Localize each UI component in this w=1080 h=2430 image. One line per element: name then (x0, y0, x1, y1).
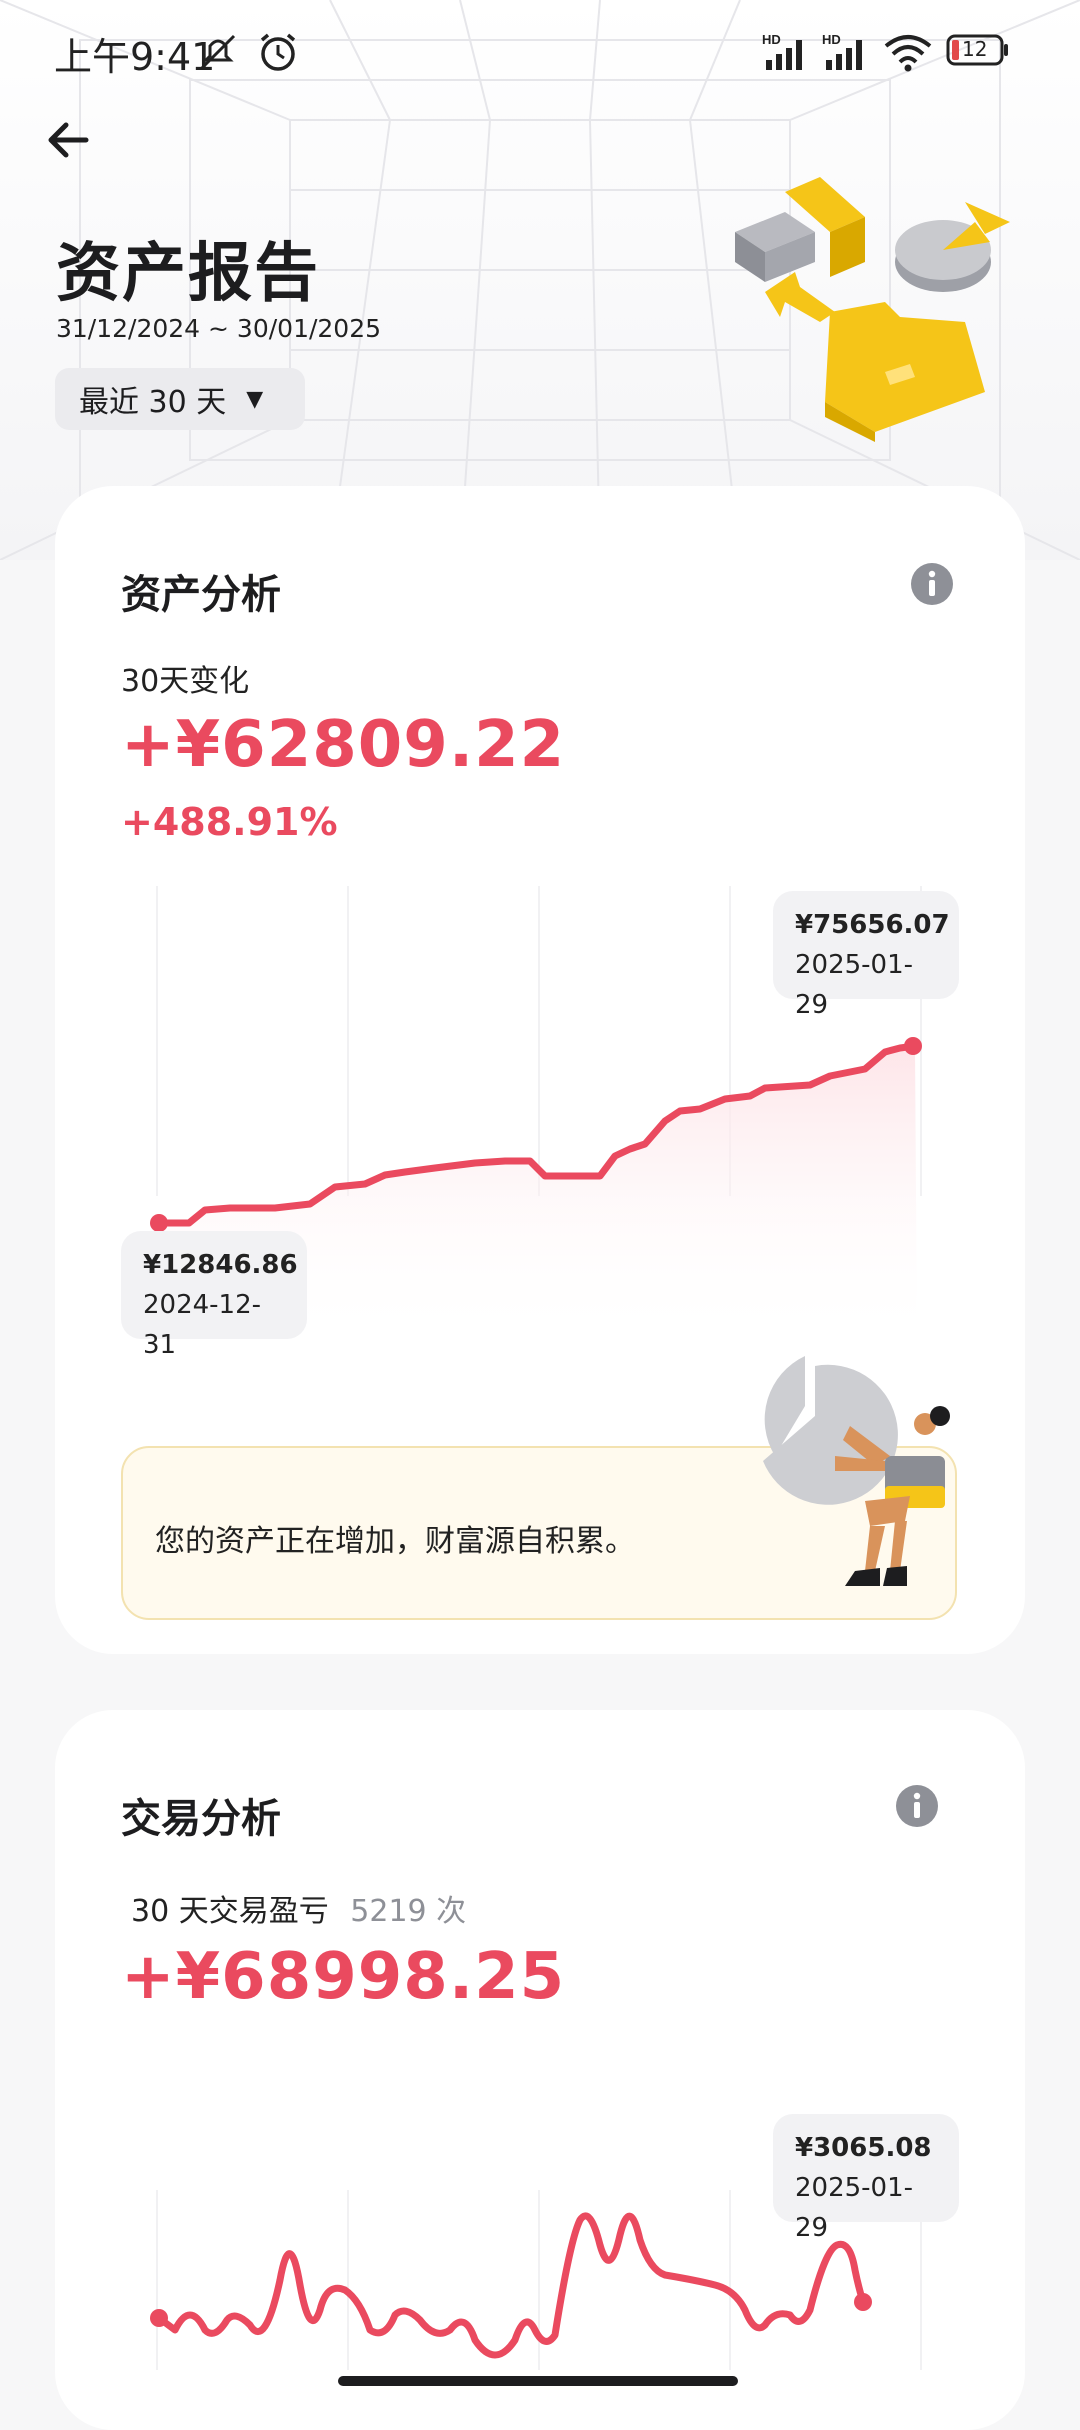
woman-pie-chart-illustration (763, 1356, 950, 1586)
caret-down-icon: ▼ (246, 386, 264, 412)
signal-hd-icon: HD (762, 32, 802, 70)
trade-analysis-card: 交易分析 30 天交易盈亏 5219 次 +¥68998.25 ¥3065.08… (55, 1710, 1025, 2430)
trade-count: 5219 次 (350, 1894, 467, 1929)
start-tooltip: ¥12846.86 2024-12-31 (121, 1231, 307, 1360)
finance-illustration (735, 177, 1010, 442)
trade-card-title: 交易分析 (121, 1796, 281, 1842)
trade-tooltip: ¥3065.08 2025-01-29 (773, 2114, 959, 2243)
pnl-label-row: 30 天交易盈亏 5219 次 (131, 1886, 466, 1930)
home-indicator[interactable] (338, 2376, 738, 2386)
status-bar: 上午9:41 HD HD 12 (0, 0, 1080, 100)
info-icon[interactable] (910, 562, 954, 606)
insight-note-text: 您的资产正在增加，财富源自积累。 (155, 1524, 635, 1559)
svg-text:HD: HD (822, 32, 841, 47)
end-tooltip-date: 2025-01-29 (795, 950, 914, 1020)
end-point (904, 1037, 922, 1055)
battery-icon: 12 (946, 34, 1010, 66)
start-tooltip-value: ¥12846.86 (143, 1250, 298, 1280)
trade-line (155, 2212, 867, 2359)
pnl-label: 30 天交易盈亏 (131, 1894, 329, 1929)
change-label: 30天变化 (121, 664, 250, 699)
range-select-label: 最近 30 天 (79, 385, 227, 420)
alarm-icon (260, 33, 296, 71)
trade-end-point (854, 2293, 872, 2311)
wifi-icon (884, 35, 932, 72)
change-percent: +488.91% (121, 800, 338, 844)
start-tooltip-date: 2024-12-31 (143, 1290, 262, 1360)
page-title: 资产报告 (56, 237, 320, 311)
date-range: 31/12/2024 ~ 30/01/2025 (56, 314, 382, 343)
mute-icon (200, 34, 236, 70)
svg-text:HD: HD (762, 32, 781, 47)
asset-analysis-card: 资产分析 30天变化 +¥62809.22 +488.91% ¥75656.07… (55, 486, 1025, 1654)
change-value: +¥62809.22 (121, 708, 566, 782)
end-tooltip: ¥75656.07 2025-01-29 (773, 891, 959, 1020)
trade-tooltip-value: ¥3065.08 (795, 2133, 932, 2163)
pnl-value: +¥68998.25 (121, 1940, 566, 2014)
battery-level: 12 (962, 37, 988, 61)
signal-hd-icon: HD (822, 32, 862, 70)
asset-card-title: 资产分析 (121, 572, 281, 618)
back-arrow-icon[interactable] (42, 112, 98, 168)
trade-tooltip-date: 2025-01-29 (795, 2173, 914, 2243)
status-time: 上午9:41 (54, 35, 216, 79)
end-tooltip-value: ¥75656.07 (795, 910, 950, 940)
range-select[interactable]: 最近 30 天 ▼ (55, 368, 305, 430)
info-icon[interactable] (895, 1784, 939, 1828)
start-point (150, 1214, 168, 1232)
trade-start-point (150, 2309, 168, 2327)
